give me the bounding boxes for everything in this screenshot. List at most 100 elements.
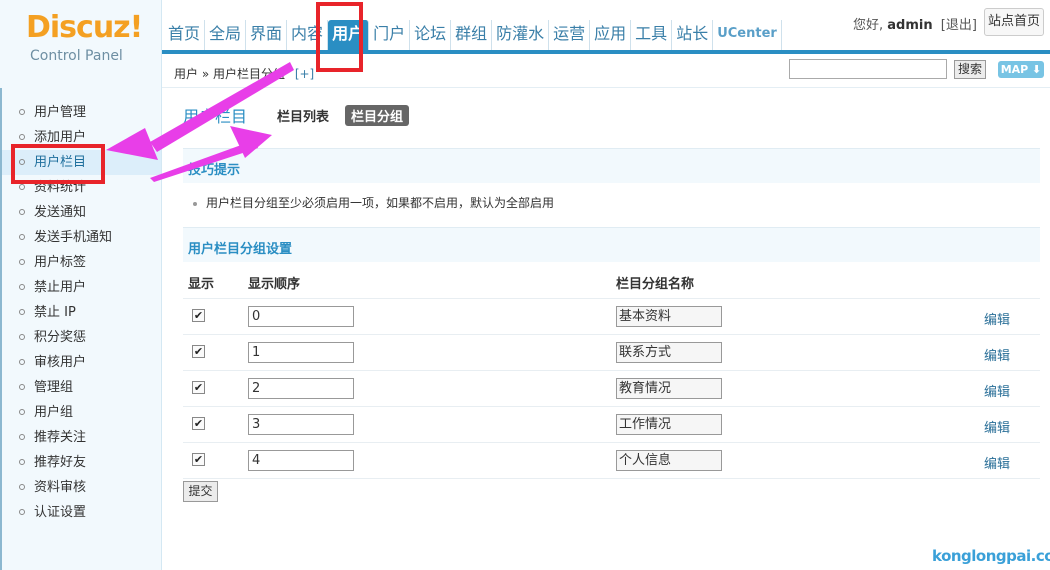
group-name-input[interactable]: 教育情况 bbox=[616, 378, 722, 399]
group-name-input[interactable]: 联系方式 bbox=[616, 342, 722, 363]
tab-field-group[interactable]: 栏目分组 bbox=[345, 104, 410, 126]
annotation-box-nav bbox=[316, 2, 363, 72]
column-header-name: 栏目分组名称 bbox=[616, 277, 695, 292]
bullet-icon bbox=[19, 259, 25, 265]
tab-field-list[interactable]: 栏目列表 bbox=[271, 105, 335, 126]
show-checkbox[interactable]: ✔ bbox=[192, 309, 205, 322]
bullet-icon bbox=[19, 434, 25, 440]
edit-link[interactable]: 编辑 bbox=[984, 345, 1010, 364]
logo[interactable]: Discuz! bbox=[26, 10, 143, 45]
sidebar-item-ban-user[interactable]: 禁止用户 bbox=[2, 275, 161, 300]
show-checkbox[interactable]: ✔ bbox=[192, 453, 205, 466]
bullet-icon bbox=[19, 309, 25, 315]
edit-link[interactable]: 编辑 bbox=[984, 381, 1010, 400]
nav-portal[interactable]: 门户 bbox=[369, 20, 411, 50]
bullet-icon bbox=[19, 184, 25, 190]
sidebar-item-label: 审核用户 bbox=[34, 355, 87, 370]
top-nav: 首页 全局 界面 内容 用户 门户 论坛 群组 防灌水 运营 应用 工具 站长 … bbox=[164, 10, 782, 50]
table-row: ✔ 0 基本资料 编辑 bbox=[183, 299, 1040, 335]
nav-operation[interactable]: 运营 bbox=[549, 20, 591, 50]
sidebar-item-credits[interactable]: 积分奖惩 bbox=[2, 325, 161, 350]
sidebar-item-label: 管理组 bbox=[34, 380, 74, 395]
sidebar-item-recommend-follow[interactable]: 推荐关注 bbox=[2, 425, 161, 450]
sidebar-item-tags[interactable]: 用户标签 bbox=[2, 250, 161, 275]
group-name-input[interactable]: 个人信息 bbox=[616, 450, 722, 471]
bullet-icon bbox=[19, 134, 25, 140]
sidebar-item-label: 发送手机通知 bbox=[34, 230, 113, 245]
bullet-icon bbox=[19, 459, 25, 465]
nav-founder[interactable]: 站长 bbox=[672, 20, 714, 50]
page-title: 用户栏目 bbox=[183, 107, 248, 126]
order-input[interactable]: 3 bbox=[248, 414, 354, 435]
settings-title: 用户栏目分组设置 bbox=[188, 242, 293, 257]
nav-ucenter[interactable]: UCenter bbox=[713, 20, 782, 50]
order-input[interactable]: 4 bbox=[248, 450, 354, 471]
submit-button[interactable]: 提交 bbox=[183, 481, 218, 502]
sidebar-item-user-group[interactable]: 用户组 bbox=[2, 400, 161, 425]
settings-header: 用户栏目分组设置 bbox=[183, 227, 1040, 262]
bullet-icon bbox=[19, 284, 25, 290]
bullet-icon bbox=[193, 201, 197, 206]
table-row: ✔ 1 联系方式 编辑 bbox=[183, 335, 1040, 371]
column-header-order: 显示顺序 bbox=[248, 277, 301, 292]
watermark: konglongpai.com bbox=[932, 547, 1050, 565]
sidebar-item-ban-ip[interactable]: 禁止 IP bbox=[2, 300, 161, 325]
nav-home[interactable]: 首页 bbox=[164, 20, 206, 50]
sidebar-item-label: 用户组 bbox=[34, 405, 74, 420]
sidebar-item-label: 资料审核 bbox=[34, 480, 87, 495]
nav-safe[interactable]: 防灌水 bbox=[492, 20, 550, 50]
table-row: ✔ 4 个人信息 编辑 bbox=[183, 443, 1040, 479]
sidebar-item-members[interactable]: 用户管理 bbox=[2, 100, 161, 125]
nav-group[interactable]: 群组 bbox=[451, 20, 493, 50]
edit-link[interactable]: 编辑 bbox=[984, 417, 1010, 436]
order-input[interactable]: 1 bbox=[248, 342, 354, 363]
nav-apps[interactable]: 应用 bbox=[590, 20, 632, 50]
bullet-icon bbox=[19, 384, 25, 390]
edit-link[interactable]: 编辑 bbox=[984, 453, 1010, 472]
map-button[interactable]: MAP ⬇ bbox=[998, 61, 1044, 78]
sidebar-item-label: 用户管理 bbox=[34, 105, 87, 120]
sidebar-item-recommend-friend[interactable]: 推荐好友 bbox=[2, 450, 161, 475]
order-input[interactable]: 0 bbox=[248, 306, 354, 327]
tips-title: 技巧提示 bbox=[188, 163, 241, 178]
sidebar-item-verify[interactable]: 认证设置 bbox=[2, 500, 161, 525]
sidebar-item-label: 禁止用户 bbox=[34, 280, 87, 295]
sidebar-item-admin-group[interactable]: 管理组 bbox=[2, 375, 161, 400]
greeting: 您好, bbox=[853, 18, 884, 33]
logo-area: Discuz! Control Panel bbox=[0, 0, 162, 88]
tip-item: 用户栏目分组至少必须启用一项，如果都不启用，默认为全部启用 bbox=[193, 194, 554, 211]
edit-link[interactable]: 编辑 bbox=[984, 309, 1010, 328]
order-input[interactable]: 2 bbox=[248, 378, 354, 399]
sidebar-item-label: 推荐好友 bbox=[34, 455, 87, 470]
bullet-icon bbox=[19, 109, 25, 115]
tip-text: 用户栏目分组至少必须启用一项，如果都不启用，默认为全部启用 bbox=[206, 196, 555, 210]
bullet-icon bbox=[19, 209, 25, 215]
sidebar-item-label: 禁止 IP bbox=[34, 305, 76, 320]
show-checkbox[interactable]: ✔ bbox=[192, 417, 205, 430]
nav-global[interactable]: 全局 bbox=[205, 20, 247, 50]
main-content: 用户栏目 栏目列表 栏目分组 技巧提示 用户栏目分组至少必须启用一项，如果都不启… bbox=[172, 88, 1050, 570]
nav-style[interactable]: 界面 bbox=[246, 20, 288, 50]
site-home-button[interactable]: 站点首页 bbox=[984, 8, 1044, 36]
group-name-input[interactable]: 基本资料 bbox=[616, 306, 722, 327]
username: admin bbox=[887, 18, 933, 33]
show-checkbox[interactable]: ✔ bbox=[192, 381, 205, 394]
sidebar-item-label: 认证设置 bbox=[34, 505, 87, 520]
logout-link[interactable]: [退出] bbox=[941, 18, 977, 33]
nav-forum[interactable]: 论坛 bbox=[410, 20, 452, 50]
sidebar-item-mobile-notify[interactable]: 发送手机通知 bbox=[2, 225, 161, 250]
nav-tools[interactable]: 工具 bbox=[631, 20, 673, 50]
breadcrumb-text: 用户 » 用户栏目分组 bbox=[174, 67, 285, 81]
sidebar-item-profile-review[interactable]: 资料审核 bbox=[2, 475, 161, 500]
bullet-icon bbox=[19, 334, 25, 340]
sidebar-item-notify[interactable]: 发送通知 bbox=[2, 200, 161, 225]
group-name-input[interactable]: 工作情况 bbox=[616, 414, 722, 435]
column-header-show: 显示 bbox=[188, 277, 215, 292]
add-shortcut-link[interactable]: [+] bbox=[295, 67, 314, 81]
header: Discuz! Control Panel 首页 全局 界面 内容 用户 门户 … bbox=[0, 0, 1050, 88]
show-checkbox[interactable]: ✔ bbox=[192, 345, 205, 358]
sidebar-item-label: 积分奖惩 bbox=[34, 330, 87, 345]
search-input[interactable] bbox=[789, 59, 947, 79]
search-button[interactable]: 搜索 bbox=[954, 60, 986, 79]
sidebar-item-moderate[interactable]: 审核用户 bbox=[2, 350, 161, 375]
